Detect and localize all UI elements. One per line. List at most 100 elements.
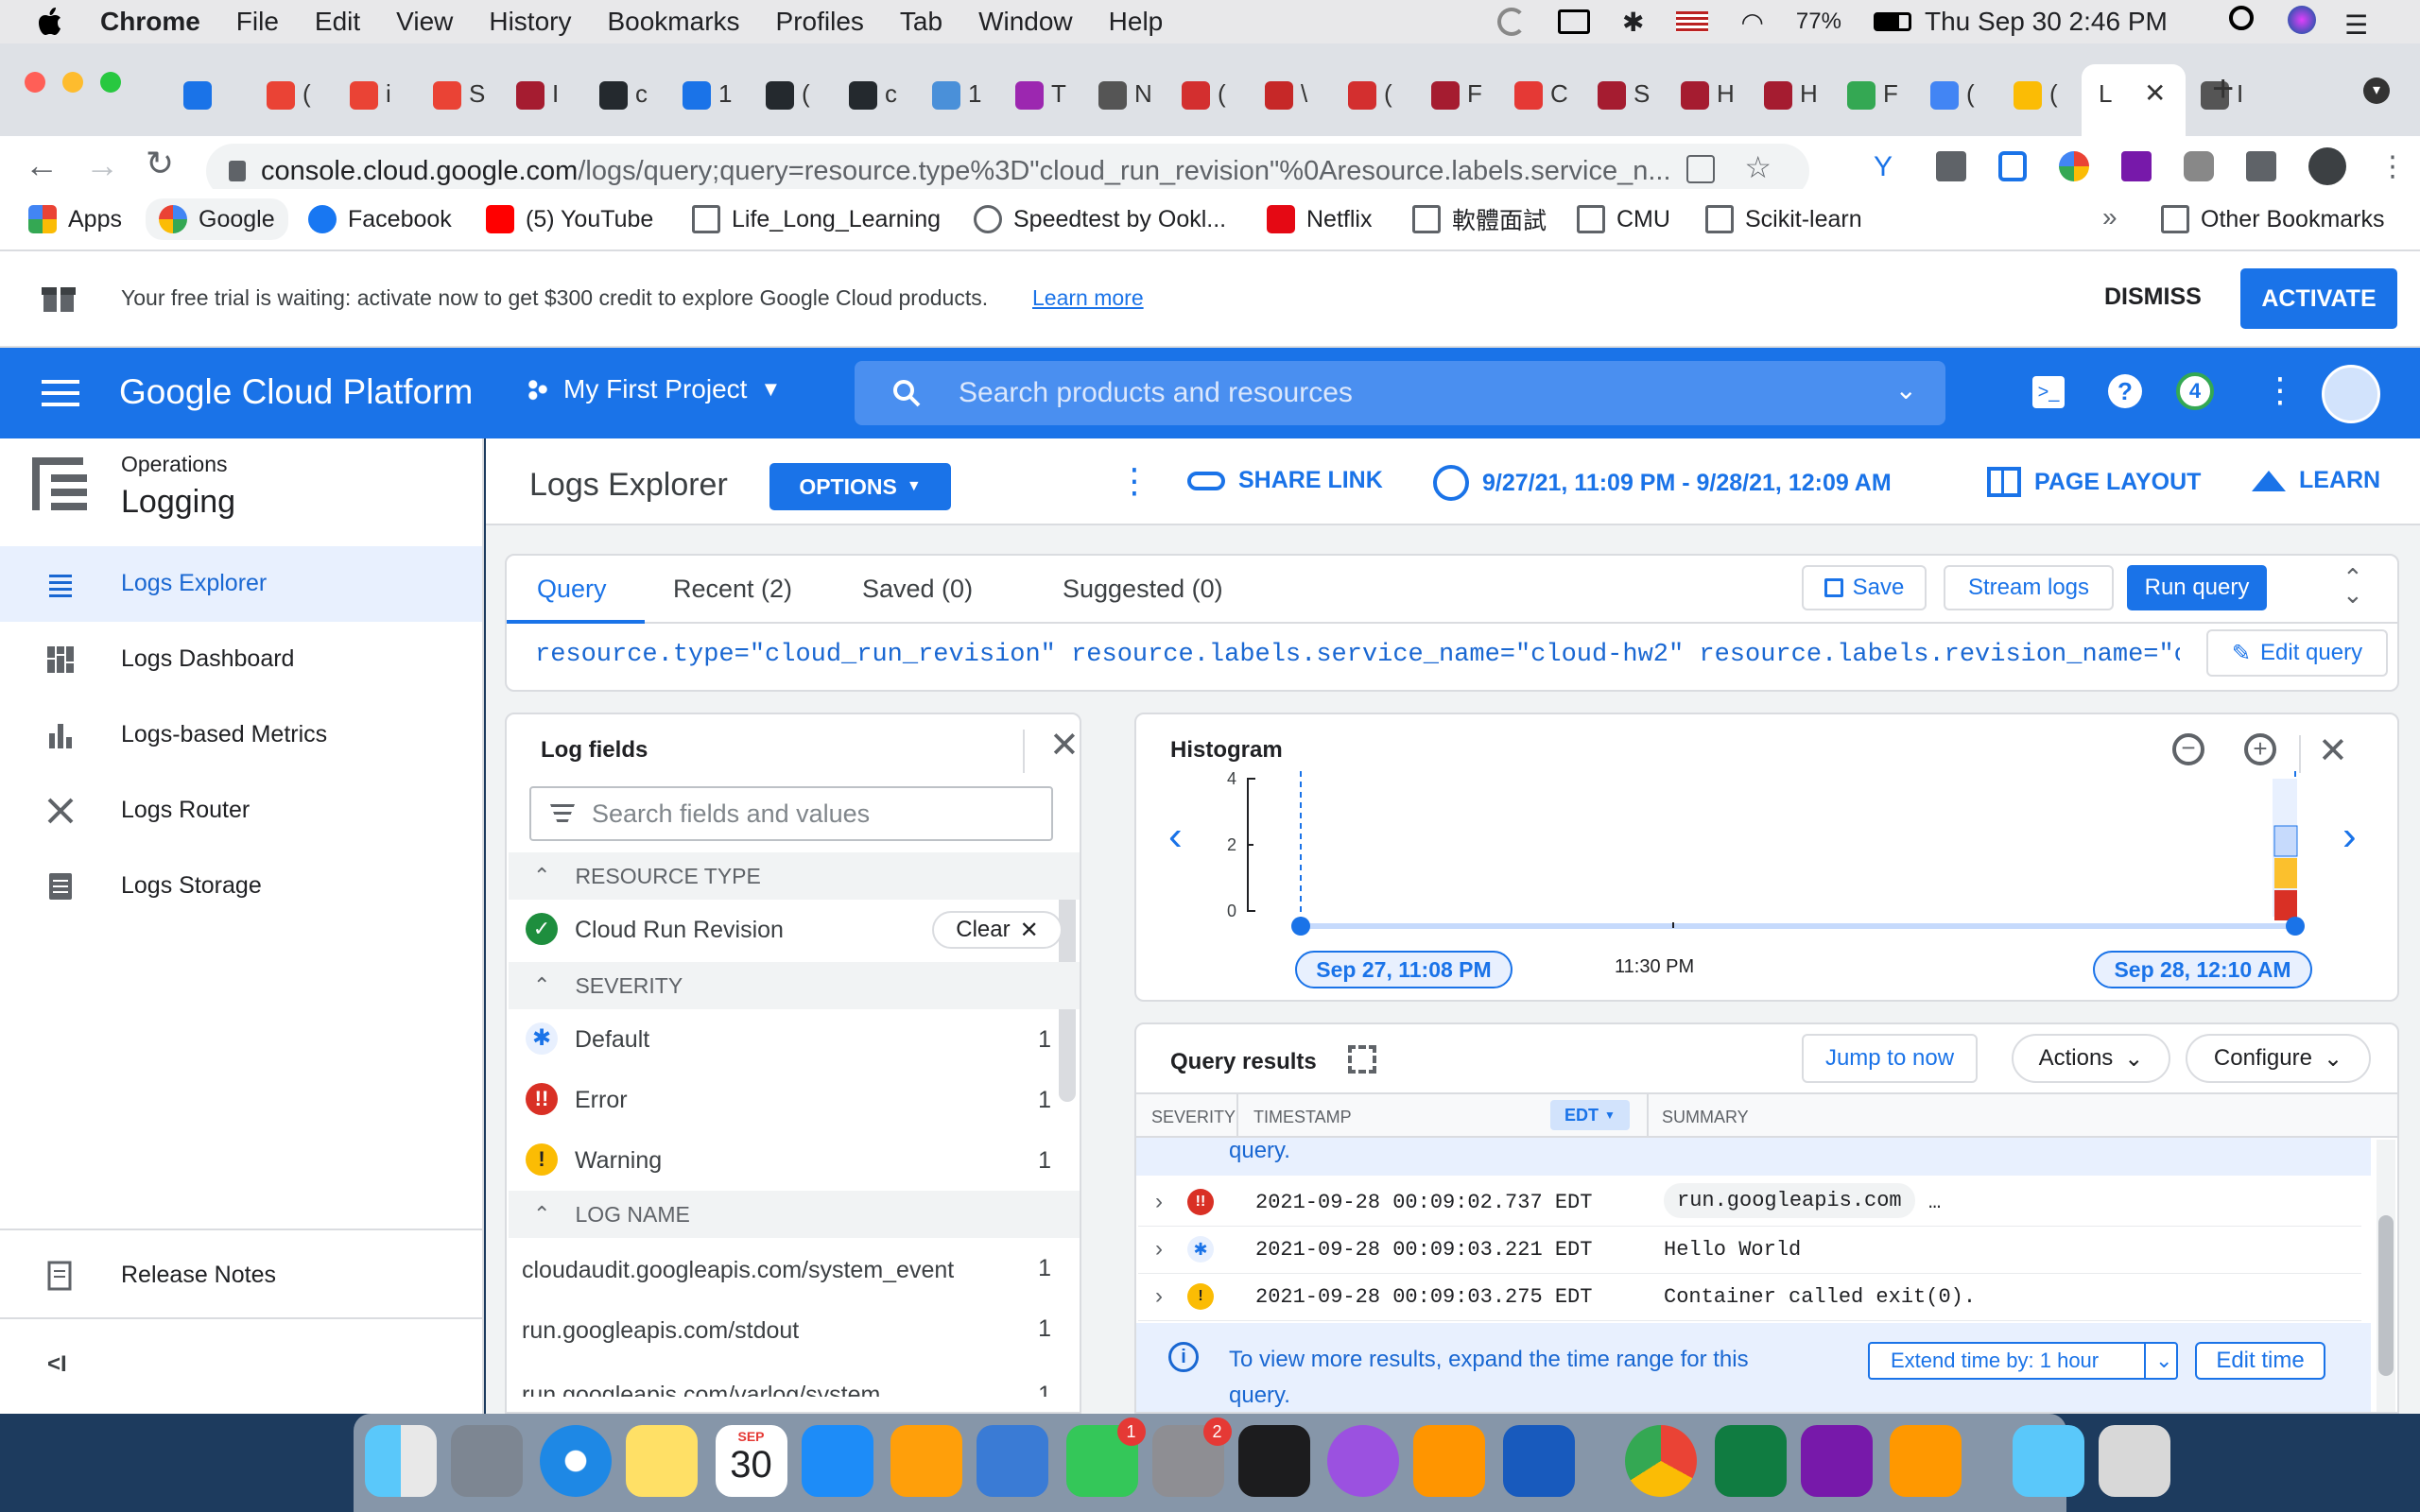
launchpad-icon[interactable] <box>450 1425 523 1497</box>
bookmark-5-youtube[interactable]: (5) YouTube <box>486 202 653 236</box>
log-entry-row[interactable]: › !! 2021-09-28 00:09:02.737 EDT run.goo… <box>1138 1179 2361 1227</box>
bookmarks-overflow-button[interactable]: » <box>2102 202 2118 232</box>
notes-icon[interactable] <box>626 1425 698 1497</box>
field-row-log-name[interactable]: run.googleapis.com/stdout 1 <box>509 1298 1080 1359</box>
menu-profiles[interactable]: Profiles <box>776 7 864 37</box>
expand-row-icon[interactable]: › <box>1155 1189 1163 1215</box>
bookmark-life-long-learning[interactable]: Life_Long_Learning <box>692 202 941 236</box>
lock-extension-icon[interactable] <box>1998 151 2027 181</box>
edit-query-button[interactable]: ✎ Edit query <box>2206 629 2388 677</box>
browser-tab[interactable]: N <box>1083 64 1167 136</box>
excel-icon[interactable] <box>1714 1425 1787 1497</box>
field-row-severity-default[interactable]: ✱ Default 1 <box>509 1009 1080 1070</box>
keynote-icon[interactable] <box>977 1425 1048 1497</box>
browser-tab[interactable]: S <box>418 64 501 136</box>
browser-tab[interactable] <box>168 64 251 136</box>
tab-suggested[interactable]: Suggested (0) <box>1063 575 1223 604</box>
tab-saved[interactable]: Saved (0) <box>862 575 973 604</box>
browser-tab[interactable]: ( <box>1333 64 1416 136</box>
browser-tab[interactable]: 1 <box>917 64 1000 136</box>
browser-tab[interactable]: H <box>1666 64 1749 136</box>
browser-tab[interactable]: c <box>834 64 917 136</box>
browser-tab-active[interactable]: L ✕ <box>2082 64 2186 136</box>
browser-tab[interactable]: I <box>501 64 584 136</box>
histogram-bar-warning[interactable] <box>2274 858 2297 888</box>
browser-tab[interactable]: H <box>1749 64 1832 136</box>
gcp-title[interactable]: Google Cloud Platform <box>119 372 473 412</box>
more-options-icon[interactable]: ⋮ <box>2263 370 2297 410</box>
browser-tab[interactable]: \ <box>1250 64 1333 136</box>
edit-time-button[interactable]: Edit time <box>2195 1342 2325 1380</box>
browser-tab[interactable]: i <box>335 64 418 136</box>
query-text[interactable]: resource.type="cloud_run_revision" resou… <box>535 641 2180 669</box>
bluetooth-icon[interactable]: ✱ <box>1622 7 1644 38</box>
reload-button[interactable]: ↻ <box>146 144 174 183</box>
airplay-icon[interactable] <box>1558 9 1590 34</box>
line-extension-icon[interactable] <box>2184 151 2214 181</box>
browser-tab[interactable]: T <box>1000 64 1083 136</box>
page-layout-button[interactable]: PAGE LAYOUT <box>1987 467 2201 497</box>
field-row-log-name[interactable]: cloudaudit.googleapis.com/system_event 1 <box>509 1238 1080 1298</box>
browser-tab[interactable]: c <box>584 64 667 136</box>
books-icon[interactable] <box>1413 1425 1485 1497</box>
facetime-icon[interactable]: 1 <box>1065 1418 1146 1497</box>
battery-icon[interactable] <box>1873 12 1911 31</box>
system-preferences-icon[interactable]: 2 <box>1151 1418 1232 1497</box>
results-scrollbar-thumb[interactable] <box>2378 1215 2394 1376</box>
chrome-menu-icon[interactable]: ⋮ <box>2378 150 2407 183</box>
browser-tab[interactable]: F <box>1416 64 1499 136</box>
sidebar-item-logs-router[interactable]: Logs Router <box>0 773 482 849</box>
histogram-chart[interactable]: 4 2 0 <box>1212 771 2327 960</box>
zoom-in-icon[interactable]: + <box>2244 733 2276 765</box>
range-end-chip[interactable]: Sep 28, 12:10 AM <box>2093 951 2312 988</box>
more-vert-icon[interactable]: ⋮ <box>1117 461 1151 501</box>
tab-query[interactable]: Query <box>507 556 645 624</box>
zoom-window-button[interactable] <box>100 72 121 93</box>
histogram-bar-default[interactable] <box>2273 825 2298 857</box>
sidebar-item-logs-based-metrics[interactable]: Logs-based Metrics <box>0 697 482 773</box>
sidebar-release-notes[interactable]: Release Notes <box>0 1238 482 1314</box>
header-summary[interactable]: SUMMARY <box>1662 1108 1749 1127</box>
header-severity[interactable]: SEVERITY <box>1151 1108 1236 1127</box>
extend-time-chevron-icon[interactable]: ⌄ <box>2144 1344 2172 1378</box>
flag-us-icon[interactable] <box>1676 11 1709 32</box>
expand-collapse-icon[interactable]: ⌃ ⌄ <box>2342 565 2363 607</box>
actions-dropdown[interactable]: Actions ⌄ <box>2012 1034 2170 1083</box>
menu-tab[interactable]: Tab <box>900 7 942 37</box>
close-log-fields-icon[interactable]: ✕ <box>1049 724 1080 766</box>
bookmark-google[interactable]: Google <box>146 198 288 240</box>
field-search-input[interactable]: Search fields and values <box>529 786 1053 841</box>
back-button[interactable]: ← <box>25 146 59 185</box>
menu-window[interactable]: Window <box>978 7 1073 37</box>
facebook-extension-icon[interactable] <box>1936 151 1966 181</box>
project-selector[interactable]: My First Project ▼ <box>526 374 781 404</box>
account-avatar[interactable] <box>2322 365 2380 423</box>
menu-view[interactable]: View <box>396 7 453 37</box>
range-end-handle[interactable] <box>2286 917 2305 936</box>
stream-logs-button[interactable]: Stream logs <box>1944 565 2114 610</box>
options-button[interactable]: OPTIONS ▼ <box>769 463 951 510</box>
terminal-icon[interactable] <box>1237 1425 1310 1497</box>
menu-bookmarks[interactable]: Bookmarks <box>607 7 739 37</box>
run-query-button[interactable]: Run query <box>2127 565 2267 610</box>
save-query-button[interactable]: Save <box>1802 565 1927 610</box>
field-row-severity-error[interactable]: !! Error 1 <box>509 1070 1080 1130</box>
section-resource-type[interactable]: ⌃ RESOURCE TYPE <box>509 852 1080 900</box>
sidebar-item-logs-dashboard[interactable]: Logs Dashboard <box>0 622 482 697</box>
search-expand-chevron-icon[interactable]: ⌄ <box>1895 374 1917 405</box>
expand-row-icon[interactable]: › <box>1155 1236 1163 1263</box>
finder-icon[interactable] <box>364 1425 437 1497</box>
calendar-icon[interactable]: SEP 30 <box>715 1425 787 1497</box>
fullscreen-icon[interactable] <box>1348 1045 1376 1074</box>
browser-tab[interactable]: ( <box>251 64 335 136</box>
wifi-icon[interactable]: ◠ <box>1740 7 1763 38</box>
learn-button[interactable]: LEARN <box>2252 467 2380 494</box>
profile-avatar-icon[interactable] <box>2308 147 2346 185</box>
vpn-extension-icon[interactable]: Y <box>1874 151 1904 182</box>
bookmark-item[interactable]: 軟體面試 <box>1412 202 1547 236</box>
browser-tab[interactable]: ( <box>1998 64 2082 136</box>
bookmark-star-icon[interactable]: ☆ <box>1744 149 1772 185</box>
menu-file[interactable]: File <box>236 7 279 37</box>
downloads-icon[interactable] <box>2012 1425 2084 1497</box>
cloud-shell-icon[interactable]: >_ <box>2032 376 2065 408</box>
